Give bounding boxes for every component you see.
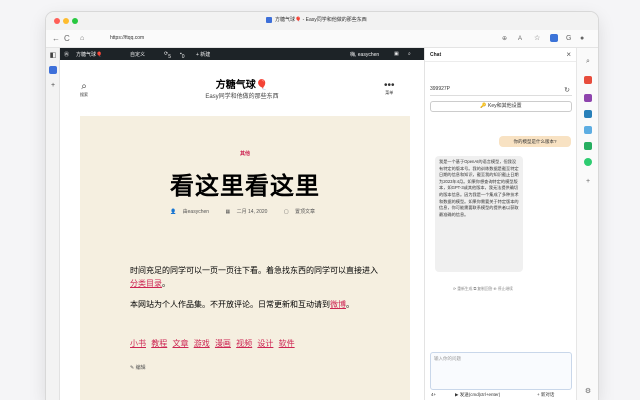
- rail-settings-icon[interactable]: ⚙: [584, 388, 592, 396]
- send-button[interactable]: ▶ 发送(cmd|ctrl+enter): [455, 392, 500, 398]
- date-meta[interactable]: ▦ 二月 14, 2020: [225, 209, 272, 215]
- tag-link[interactable]: 游戏: [194, 339, 210, 348]
- admin-new[interactable]: + 新建: [196, 51, 210, 58]
- tag-link[interactable]: 漫画: [215, 339, 231, 348]
- tab-title[interactable]: 方糖气球🎈 - Easy同学和他做的那些东西: [266, 16, 367, 23]
- collections-icon[interactable]: G: [566, 34, 571, 44]
- rail-games-icon[interactable]: [584, 110, 592, 118]
- chat-footer: 4+ ▶ 发送(cmd|ctrl+enter) + 新对话: [425, 392, 577, 400]
- admin-site-name[interactable]: 方糖气球🎈: [76, 51, 102, 58]
- admin-comments[interactable]: ▪ 0: [180, 51, 185, 60]
- read-aloud-icon[interactable]: A: [518, 34, 522, 44]
- rail-outlook-icon[interactable]: [584, 142, 592, 150]
- favicon-icon: [266, 16, 272, 23]
- article-category[interactable]: 其他: [80, 150, 410, 157]
- title-bar: 方糖气球🎈 - Easy同学和他做的那些东西: [46, 12, 598, 30]
- rail-shopping-icon[interactable]: [584, 94, 592, 102]
- rail-search-icon[interactable]: ⌕: [584, 58, 592, 66]
- tag-link[interactable]: 视频: [236, 339, 252, 348]
- bot-message: 我是一个基于OpenAI的语言模型，但我没有特定的版本号。我的训练数据是截至特定…: [435, 156, 523, 272]
- tab-actions-icon[interactable]: ◧: [49, 52, 57, 60]
- tab-title-text: 方糖气球🎈 - Easy同学和他做的那些东西: [275, 17, 367, 23]
- tag-link[interactable]: 设计: [257, 339, 273, 348]
- menu-dots-icon: •••: [384, 80, 395, 91]
- menu-label: 菜单: [385, 90, 394, 95]
- user-message: 你的模型是什么版本?: [499, 136, 571, 147]
- active-tab-icon[interactable]: [49, 66, 57, 74]
- tag-link[interactable]: 文章: [172, 339, 188, 348]
- rail-office-icon[interactable]: [584, 126, 592, 134]
- article-meta: 👤 由easychen ▦ 二月 14, 2020 ▢ 置顶文章: [80, 208, 410, 215]
- admin-updates[interactable]: ⟳ 5: [164, 51, 171, 60]
- minimize-window-button[interactable]: [63, 18, 69, 24]
- sticky-meta: ▢ 置顶文章: [283, 209, 315, 215]
- bot-message-actions[interactable]: ⟳ 重新生成 ⧉ 复制回答 ⊕ 停止继续: [453, 286, 513, 292]
- model-selector[interactable]: 4+: [431, 392, 436, 397]
- chat-title: Chat: [430, 52, 442, 58]
- admin-avatar-icon[interactable]: ▣: [394, 51, 399, 57]
- admin-search-icon[interactable]: ⌕: [408, 51, 411, 57]
- chat-sidebar: Chat × 399927P ↻ 🔑 Key和其他设置 你的模型是什么版本? 我…: [424, 48, 577, 400]
- refresh-icon[interactable]: ↻: [564, 86, 570, 94]
- tag-link[interactable]: 软件: [279, 339, 295, 348]
- admin-user[interactable]: 嗨, easychen: [350, 51, 379, 58]
- api-key-field[interactable]: 399927P ↻: [430, 86, 572, 96]
- weibo-link[interactable]: 微博: [330, 300, 346, 309]
- new-chat-button[interactable]: + 新对话: [537, 392, 554, 398]
- chat-input[interactable]: 输入你的问题: [430, 352, 572, 390]
- extension-icon[interactable]: [550, 34, 558, 42]
- tag-link[interactable]: 小书: [130, 339, 146, 348]
- category-link[interactable]: 分类目录: [130, 279, 162, 288]
- new-tab-icon[interactable]: +: [49, 82, 57, 90]
- site-title[interactable]: 方糖气球🎈: [60, 76, 424, 91]
- edit-icon: ✎: [130, 365, 135, 371]
- tag-link[interactable]: 教程: [151, 339, 167, 348]
- back-button[interactable]: ←: [52, 34, 60, 44]
- admin-customize[interactable]: 自定义: [130, 51, 145, 58]
- address-toolbar: ← C ⌂ https://ftqq.com ⊕ A ☆ G ●: [46, 30, 598, 48]
- favorite-icon[interactable]: ☆: [534, 34, 540, 44]
- extension-rail: ⌕ + ⚙: [576, 48, 598, 400]
- rail-tools-icon[interactable]: [584, 76, 592, 84]
- reload-button[interactable]: C: [64, 34, 70, 44]
- zoom-icon[interactable]: ⊕: [502, 34, 507, 44]
- article-paragraph-2: 本网站为个人作品集。不开放评论。日常更新和互动请到微博。: [130, 300, 354, 309]
- author-meta[interactable]: 👤 由easychen: [170, 209, 214, 215]
- close-window-button[interactable]: [54, 18, 60, 24]
- wp-logo-icon[interactable]: Ⓦ: [64, 51, 69, 58]
- header-menu-button[interactable]: ••• 菜单: [384, 80, 395, 96]
- edit-link[interactable]: ✎ 编辑: [130, 364, 146, 371]
- profile-icon[interactable]: ●: [580, 34, 584, 44]
- url-bar[interactable]: https://ftqq.com: [110, 35, 144, 41]
- vertical-tab-strip: ◧ +: [46, 48, 60, 400]
- site-description: Easy同学和他做的那些东西: [205, 94, 279, 100]
- tag-list: 小书 教程 文章 游戏 漫画 视频 设计 软件: [130, 338, 298, 349]
- wp-admin-bar: Ⓦ 方糖气球🎈 自定义 ⟳ 5 ▪ 0 + 新建 嗨, easychen ▣ ⌕: [60, 48, 424, 60]
- rail-extension-icon[interactable]: [584, 158, 592, 166]
- article-title: 看这里看这里: [170, 173, 320, 200]
- maximize-window-button[interactable]: [72, 18, 78, 24]
- browser-window: 方糖气球🎈 - Easy同学和他做的那些东西 ← C ⌂ https://ftq…: [46, 12, 598, 400]
- web-page: Ⓦ 方糖气球🎈 自定义 ⟳ 5 ▪ 0 + 新建 嗨, easychen ▣ ⌕…: [60, 48, 424, 400]
- close-icon[interactable]: ×: [566, 50, 571, 59]
- article: 其他 看这里看这里 👤 由easychen ▦ 二月 14, 2020 ▢ 置顶…: [80, 116, 410, 400]
- site-header: ⌕ 搜索 方糖气球🎈 Easy同学和他做的那些东西 ••• 菜单: [60, 60, 424, 116]
- chat-header: Chat ×: [425, 48, 577, 62]
- article-paragraph-1: 时间充足的同学可以一页一页往下看。着急找东西的同学可以直接进入分类目录。: [130, 266, 378, 288]
- home-button[interactable]: ⌂: [80, 34, 84, 44]
- key-settings-button[interactable]: 🔑 Key和其他设置: [430, 101, 572, 112]
- rail-add-icon[interactable]: +: [584, 178, 592, 186]
